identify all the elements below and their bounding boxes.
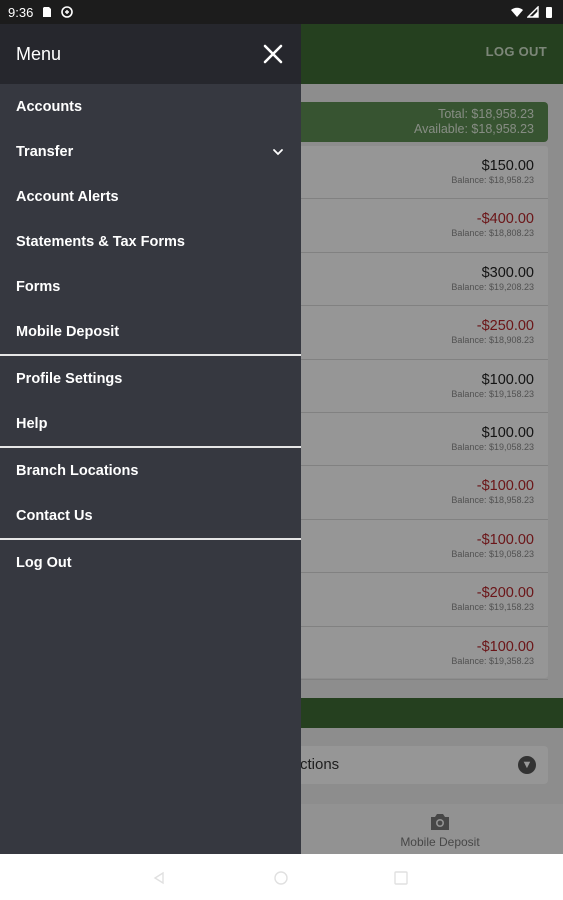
menu-item-transfer[interactable]: Transfer [0,129,301,174]
menu-item-label: Transfer [16,143,74,160]
system-navigation-bar [0,854,563,900]
menu-item-label: Statements & Tax Forms [16,233,185,250]
menu-item-label: Branch Locations [16,462,139,479]
menu-item-statements[interactable]: Statements & Tax Forms [0,219,301,264]
menu-item-label: Log Out [16,554,72,571]
menu-item-branch-locations[interactable]: Branch Locations [0,448,301,493]
sd-card-icon [43,7,52,17]
menu-item-profile-settings[interactable]: Profile Settings [0,356,301,401]
menu-item-contact-us[interactable]: Contact Us [0,493,301,538]
menu-item-label: Accounts [16,98,83,115]
menu-item-mobile-deposit[interactable]: Mobile Deposit [0,309,301,354]
back-icon[interactable] [152,871,166,885]
navigation-drawer: Menu Accounts Transfer Account Alerts St… [0,24,301,854]
status-bar: 9:36 [0,0,563,24]
chevron-down-icon[interactable] [271,145,285,159]
menu-item-label: Help [16,415,48,432]
menu-item-accounts[interactable]: Accounts [0,84,301,129]
battery-icon [546,7,552,18]
menu-item-label: Contact Us [16,507,93,524]
close-icon[interactable] [261,42,285,66]
sync-icon [61,6,74,18]
menu-item-label: Mobile Deposit [16,323,120,340]
menu-item-help[interactable]: Help [0,401,301,446]
home-icon[interactable] [274,871,288,885]
status-time: 9:36 [8,4,34,20]
menu-item-account-alerts[interactable]: Account Alerts [0,174,301,219]
menu-item-forms[interactable]: Forms [0,264,301,309]
signal-icon [527,6,539,18]
drawer-title: Menu [16,43,62,64]
recents-icon[interactable] [394,871,408,885]
drawer-header: Menu [0,24,301,84]
menu-item-label: Forms [16,278,61,295]
wifi-icon [511,7,523,17]
menu-item-log-out[interactable]: Log Out [0,540,301,585]
menu-item-label: Account Alerts [16,188,119,205]
menu-item-label: Profile Settings [16,370,123,387]
